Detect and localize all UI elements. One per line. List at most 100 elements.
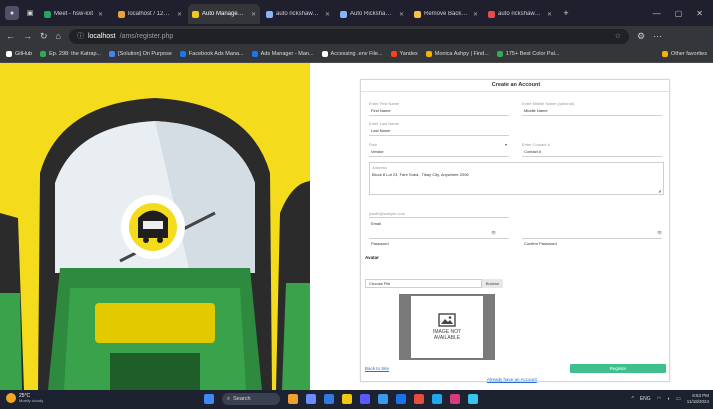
bookmark-favicon-icon (425, 51, 432, 57)
minimize-icon[interactable]: — (653, 9, 661, 18)
menu-icon[interactable]: ⋯ (653, 31, 662, 42)
reload-icon[interactable]: ↻ (40, 31, 48, 42)
forward-icon[interactable]: → (23, 31, 32, 41)
address-textarea[interactable] (369, 162, 664, 195)
browser-tab[interactable]: Auto Rickshaw Clip A ✕ (336, 4, 408, 24)
browser-tab-strip: ● ▣ Meet - hsw-kxt✕localhost / 127.0.0.1… (0, 0, 713, 26)
role-dropdown-icon[interactable]: ▾ (505, 142, 507, 147)
bookmark-label: Ep. 298: the Katrap... (49, 51, 102, 57)
browser-tab[interactable]: Remove Background ✕ (410, 4, 482, 24)
middle-name-label: Enter Middle Name (optional) (522, 101, 575, 106)
confirm-password-input[interactable]: Confirm Password (524, 241, 557, 246)
bookmark-item[interactable]: Ep. 298: the Katrap... (40, 51, 101, 57)
star-icon[interactable]: ☆ (615, 32, 621, 40)
teams-icon[interactable] (360, 394, 370, 404)
bookmark-favicon-icon (109, 51, 116, 57)
email-input[interactable]: Email (371, 221, 381, 226)
tab-favicon-icon (192, 10, 199, 18)
extensions-icon[interactable]: ⚙ (637, 31, 645, 42)
browser-tab[interactable]: auto rickshaw front ✕ (484, 4, 556, 24)
back-icon[interactable]: ← (6, 31, 15, 41)
address-value: Block 8 Lot 23, Fare Subd., Tibay City, … (372, 172, 469, 177)
last-name-input[interactable]: Last Name (371, 128, 390, 133)
file-explorer-icon[interactable] (342, 394, 352, 404)
bookmark-item[interactable]: Ads Manager - Man... (251, 51, 314, 57)
bookmark-label: GitHub (15, 51, 33, 57)
volume-icon[interactable]: ◖ (667, 396, 670, 402)
tab-favicon-icon (340, 10, 347, 18)
contact-label: Enter Contact # (522, 142, 550, 147)
tab-title: Meet - hsw-kxt (54, 11, 94, 17)
bookmark-item[interactable]: [Solution] On Purpose (109, 51, 172, 57)
bookmark-item[interactable]: 175+ Best Color Pal... (496, 51, 559, 57)
show-password-icon[interactable]: 👁 (491, 230, 496, 235)
task-view-icon[interactable] (306, 394, 316, 404)
browser-tab[interactable]: Meet - hsw-kxt ✕ (40, 4, 112, 24)
role-label: Role (369, 142, 378, 147)
site-info-icon[interactable]: ⓘ (77, 31, 84, 41)
close-tab-icon[interactable]: ✕ (547, 11, 552, 18)
first-name-label: Enter First Name (369, 101, 400, 106)
resize-handle-icon[interactable]: ◢ (658, 188, 661, 193)
profile-icon[interactable]: ● (5, 6, 19, 20)
no-image-caption: IMAGE NOT AVAILABLE (432, 328, 462, 341)
home-icon[interactable]: ⌂ (56, 31, 61, 41)
window-controls: — ▢ ✕ (653, 9, 713, 18)
back-to-site-link[interactable]: Back to Site (365, 366, 389, 371)
bookmark-item[interactable]: Yandex (390, 51, 418, 57)
close-tab-icon[interactable]: ✕ (399, 11, 404, 18)
clock[interactable]: 8:53 PM 11/18/2024 (687, 393, 709, 404)
bookmark-item[interactable]: Monica Ashpy | Find... (425, 51, 489, 57)
contact-underline (522, 156, 662, 157)
maximize-icon[interactable]: ▢ (675, 9, 683, 18)
close-tab-icon[interactable]: ✕ (177, 11, 182, 18)
edge-icon[interactable] (324, 394, 334, 404)
rickshaw-illustration (0, 63, 310, 390)
last-name-label: Enter Last Name (369, 121, 400, 126)
chrome-icon[interactable] (396, 394, 406, 404)
role-select[interactable]: Vendor (371, 149, 384, 154)
app-icon[interactable] (414, 394, 424, 404)
show-confirm-password-icon[interactable]: 👁 (657, 230, 662, 235)
register-button[interactable]: Register (570, 364, 666, 373)
first-name-underline (369, 115, 509, 116)
workspaces-icon[interactable]: ▣ (23, 6, 37, 20)
middle-name-input[interactable]: Middle Name (524, 108, 548, 113)
start-icon[interactable] (204, 394, 214, 404)
password-input[interactable]: Password (371, 241, 389, 246)
folder-icon (661, 51, 668, 57)
other-favorites[interactable]: Other favorites (661, 51, 713, 57)
close-tab-icon[interactable]: ✕ (473, 11, 478, 18)
close-tab-icon[interactable]: ✕ (325, 11, 330, 18)
bookmark-item[interactable]: GitHub (6, 51, 32, 57)
xampp-icon[interactable] (450, 394, 460, 404)
bookmark-label: Ads Manager - Man... (260, 51, 314, 57)
chevron-up-icon[interactable]: ^ (631, 396, 633, 402)
vscode-icon[interactable] (432, 394, 442, 404)
weather-widget[interactable]: 25°C Mostly cloudy (6, 393, 43, 404)
first-name-input[interactable]: First Name (371, 108, 391, 113)
form-title: Create an Account (491, 82, 541, 88)
role-underline (369, 156, 509, 157)
close-window-icon[interactable]: ✕ (696, 9, 703, 18)
browse-button[interactable]: Browse (481, 279, 503, 288)
browser-tab[interactable]: auto rickshaw vendor ✕ (262, 4, 334, 24)
new-tab-button[interactable]: + (559, 6, 573, 20)
language-indicator[interactable]: ENG (640, 396, 651, 402)
close-tab-icon[interactable]: ✕ (98, 11, 103, 18)
bookmark-item[interactable]: Facebook Ads Mana... (179, 51, 244, 57)
contact-input[interactable]: Contact # (524, 149, 541, 154)
store-icon[interactable] (378, 394, 388, 404)
browser-tab[interactable]: localhost / 127.0.0.1 ✕ (114, 4, 186, 24)
photos-icon[interactable] (468, 394, 478, 404)
register-form: Create an Account Enter First Name First… (360, 79, 671, 382)
wifi-icon[interactable]: ◠ (657, 396, 661, 402)
taskbar-search[interactable]: ⌕ Search (222, 393, 280, 405)
bookmark-item[interactable]: Accessing .env File... (321, 51, 383, 57)
close-tab-icon[interactable]: ✕ (251, 11, 256, 18)
url-field[interactable]: ⓘ localhost/ams/register.php ☆ (68, 28, 629, 44)
widgets-icon[interactable] (288, 394, 298, 404)
login-link[interactable]: Already have an Account (487, 377, 537, 382)
browser-tab[interactable]: Auto Management S ✕ (188, 4, 260, 24)
battery-icon[interactable]: ▭ (676, 396, 681, 402)
